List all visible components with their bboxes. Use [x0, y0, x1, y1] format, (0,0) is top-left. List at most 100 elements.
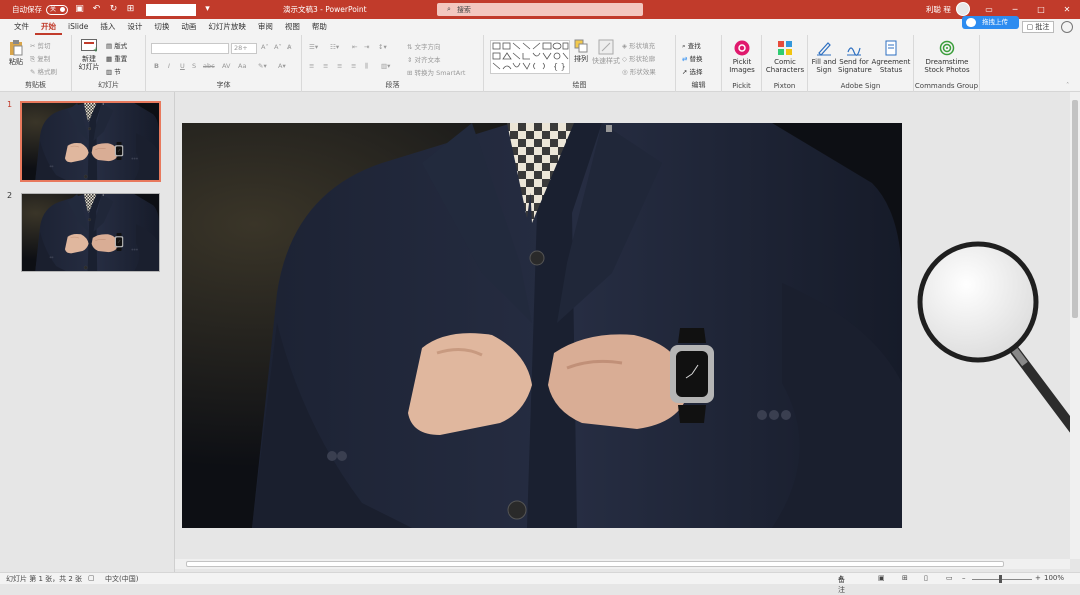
avatar[interactable]: [956, 2, 970, 16]
tab-home[interactable]: 开始: [35, 19, 62, 35]
indent-increase-icon[interactable]: ⇥: [364, 43, 369, 51]
comic-characters-button[interactable]: Comic Characters: [763, 40, 807, 74]
bullets-icon[interactable]: ☰▾: [309, 43, 318, 51]
send-label-2: Signature: [838, 66, 872, 74]
shadow-button[interactable]: S: [192, 62, 196, 70]
horizontal-scrollbar[interactable]: [175, 559, 1070, 569]
tab-insert[interactable]: 插入: [94, 19, 121, 35]
italic-button[interactable]: I: [168, 62, 170, 70]
shape-fill-button[interactable]: ◈ 形状填充: [622, 40, 655, 50]
slide-canvas[interactable]: [182, 123, 902, 528]
align-left-icon[interactable]: ≡: [309, 62, 314, 70]
pickit-group: Pickit Images Pickit: [722, 35, 762, 92]
agreement-status-button[interactable]: Agreement Status: [871, 40, 911, 74]
arrange-button[interactable]: 排列: [572, 39, 590, 63]
font-size-input[interactable]: 28+: [231, 43, 257, 54]
dreamstime-button[interactable]: Dreamstime Stock Photos: [917, 40, 977, 74]
shapes-gallery[interactable]: { }: [490, 40, 570, 74]
search-input[interactable]: ⌕ 搜索: [437, 3, 643, 16]
undo-icon[interactable]: ↶: [91, 4, 102, 15]
zoom-level[interactable]: 100%: [1044, 574, 1064, 582]
tab-view[interactable]: 视图: [279, 19, 306, 35]
select-button[interactable]: ➚ 选择: [682, 66, 703, 76]
decrease-font-icon[interactable]: A˅: [274, 43, 282, 51]
tab-animations[interactable]: 动画: [175, 19, 202, 35]
align-right-icon[interactable]: ≡: [337, 62, 342, 70]
slide-thumbnail-2[interactable]: [21, 193, 160, 272]
autosave-control[interactable]: 自动保存 关: [12, 4, 68, 15]
align-text-button[interactable]: ⇕ 对齐文本: [407, 54, 441, 64]
present-icon[interactable]: ⊞: [125, 4, 136, 15]
increase-font-icon[interactable]: A˄: [261, 43, 269, 51]
change-case-button[interactable]: Aa: [238, 62, 246, 70]
pickit-button[interactable]: Pickit Images: [724, 40, 760, 74]
columns-icon[interactable]: ⫼: [365, 62, 368, 71]
tab-review[interactable]: 审阅: [252, 19, 279, 35]
text-direction-button[interactable]: ⇅ 文字方向: [407, 41, 441, 51]
tab-islide[interactable]: iSlide: [62, 19, 94, 35]
send-for-signature-button[interactable]: Send for Signature: [838, 40, 872, 74]
zoom-slider-knob[interactable]: [999, 575, 1002, 583]
font-color-icon[interactable]: A▾: [278, 62, 286, 70]
tab-slideshow[interactable]: 幻灯片放映: [202, 19, 252, 35]
normal-view-icon[interactable]: ▣: [878, 574, 885, 582]
section-button[interactable]: ▥ 节: [106, 66, 121, 76]
reading-view-icon[interactable]: ▯: [924, 574, 928, 582]
horizontal-scroll-thumb[interactable]: [186, 561, 1004, 567]
strikethrough-button[interactable]: abc: [203, 62, 215, 70]
copy-button[interactable]: ⎘ 复制: [30, 53, 50, 64]
drag-upload-button[interactable]: 拖拽上传: [962, 16, 1019, 29]
numbering-icon[interactable]: ☷▾: [330, 43, 339, 51]
customize-quick-access-icon[interactable]: ▾: [202, 4, 213, 15]
slideshow-icon[interactable]: ▭: [946, 574, 953, 582]
new-slide-button[interactable]: + 新建 幻灯片: [75, 39, 103, 71]
quick-access-dropdown[interactable]: [146, 3, 196, 16]
reset-button[interactable]: ▦ 重置: [106, 53, 127, 63]
zoom-out-icon[interactable]: –: [962, 574, 966, 582]
suit-photo[interactable]: [182, 123, 902, 528]
line-spacing-icon[interactable]: ↕▾: [378, 43, 387, 51]
shape-outline-button[interactable]: ◇ 形状轮廓: [622, 53, 655, 63]
feedback-smiley-icon[interactable]: [1061, 21, 1073, 33]
find-button[interactable]: ⌕ 查找: [682, 40, 701, 51]
shape-effects-button[interactable]: ◎ 形状效果: [622, 66, 656, 76]
slide-sorter-icon[interactable]: ⊞: [902, 574, 908, 582]
bold-button[interactable]: B: [154, 62, 159, 70]
language-status[interactable]: 中文(中国): [105, 574, 138, 584]
redo-icon[interactable]: ↻: [108, 4, 119, 15]
collapse-ribbon-icon[interactable]: ˄: [1066, 81, 1069, 89]
comment-button[interactable]: ▢ 批注: [1022, 21, 1054, 33]
char-spacing-icon[interactable]: AV: [222, 62, 230, 70]
fill-and-sign-button[interactable]: Fill and Sign: [810, 40, 838, 74]
cut-button[interactable]: ✂ 剪切: [30, 40, 51, 50]
layout-button[interactable]: ▤ 版式: [106, 40, 127, 50]
autosave-toggle[interactable]: 关: [46, 4, 68, 15]
align-center-icon[interactable]: ≡: [323, 62, 328, 70]
tab-design[interactable]: 设计: [121, 19, 148, 35]
slide-thumbnail-1[interactable]: [20, 101, 161, 182]
distribute-icon[interactable]: ▥▾: [381, 62, 390, 70]
justify-icon[interactable]: ≡: [351, 62, 356, 70]
smartart-button[interactable]: ⊞ 转换为 SmartArt: [407, 67, 465, 77]
zoom-in-icon[interactable]: +: [1035, 574, 1041, 582]
font-name-input[interactable]: [151, 43, 229, 54]
format-painter-button[interactable]: ✎ 格式刷: [30, 66, 57, 76]
tab-help[interactable]: 帮助: [306, 19, 333, 35]
indent-decrease-icon[interactable]: ⇤: [352, 43, 357, 51]
close-icon[interactable]: ✕: [1054, 0, 1080, 19]
vertical-scroll-thumb[interactable]: [1072, 100, 1078, 318]
save-icon[interactable]: ▣: [74, 4, 85, 15]
replace-button[interactable]: ⇄ 替换: [682, 53, 703, 63]
tab-file[interactable]: 文件: [8, 19, 35, 35]
user-name[interactable]: 利聪 程: [926, 4, 951, 15]
quick-styles-button[interactable]: 快速样式: [592, 39, 620, 65]
clear-format-icon[interactable]: A̷: [287, 43, 291, 51]
highlight-icon[interactable]: ✎▾: [258, 62, 267, 70]
tab-transitions[interactable]: 切换: [148, 19, 175, 35]
maximize-icon[interactable]: □: [1028, 0, 1054, 19]
vertical-scrollbar[interactable]: [1070, 92, 1080, 559]
zoom-slider[interactable]: [972, 579, 1032, 580]
accessibility-icon[interactable]: ▢: [88, 574, 95, 582]
underline-button[interactable]: U: [180, 62, 185, 70]
paste-button[interactable]: 粘贴: [6, 40, 26, 66]
